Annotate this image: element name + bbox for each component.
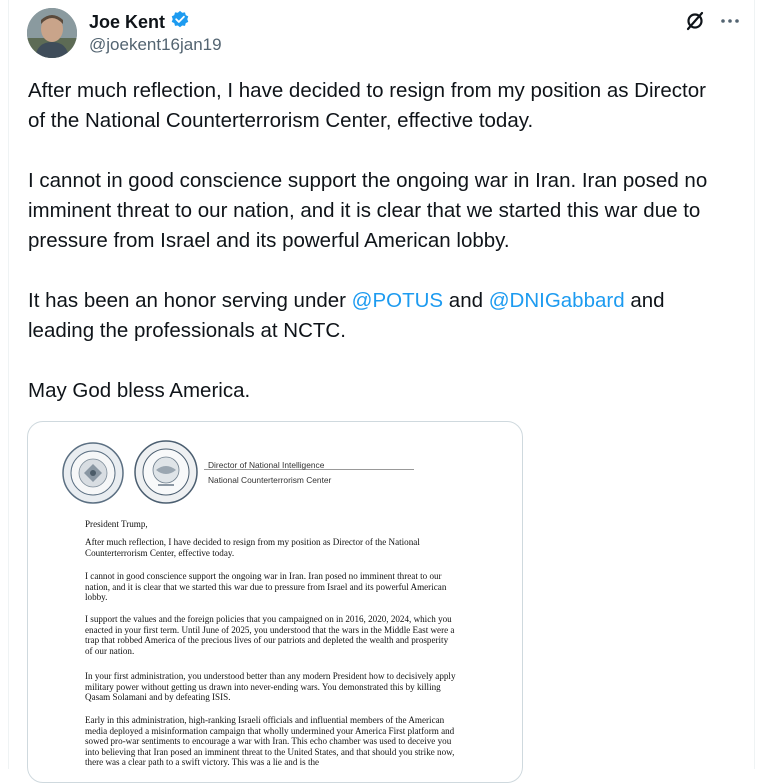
mention-potus[interactable]: @POTUS [352, 289, 443, 312]
grok-icon[interactable] [684, 10, 706, 37]
letter-paragraph-5: Early in this administration, high-ranki… [85, 715, 455, 768]
letter-paragraph-1: After much reflection, I have decided to… [85, 537, 420, 558]
post-paragraph-2: I cannot in good conscience support the … [28, 169, 708, 252]
verified-badge-icon [170, 10, 190, 35]
post-paragraph-3: It has been an honor serving under @POTU… [28, 286, 728, 346]
letterhead-dni: Director of National Intelligence [208, 460, 325, 470]
letter-image[interactable]: Director of National Intelligence Nation… [27, 421, 523, 783]
post-card: Joe Kent @joekent16jan19 After much refl… [8, 0, 755, 783]
author-name[interactable]: Joe Kent [89, 12, 165, 33]
letter-paragraph-2: I cannot in good conscience support the … [85, 571, 447, 603]
letterhead-nctc: National Counterterrorism Center [208, 475, 332, 485]
post-text: After much reflection, I have decided to… [28, 76, 728, 406]
mention-dnigabbard[interactable]: @DNIGabbard [489, 289, 625, 312]
post-paragraph-1: After much reflection, I have decided to… [28, 79, 706, 132]
post-paragraph-3-a: It has been an honor serving under [28, 289, 352, 312]
letter-paragraph-4: In your first administration, you unders… [85, 671, 456, 703]
post-paragraph-4: May God bless America. [28, 379, 251, 402]
dni-seal-icon [62, 442, 124, 509]
post-actions [684, 10, 740, 37]
post-paragraph-3-b: and [443, 289, 489, 312]
nctc-seal-icon [134, 440, 198, 509]
more-icon[interactable] [720, 11, 740, 36]
author-name-row[interactable]: Joe Kent [89, 10, 190, 35]
avatar[interactable] [27, 8, 77, 58]
letter-salutation: President Trump, [85, 519, 148, 529]
letter-paragraph-3: I support the values and the foreign pol… [85, 614, 455, 656]
author-handle[interactable]: @joekent16jan19 [89, 35, 222, 55]
